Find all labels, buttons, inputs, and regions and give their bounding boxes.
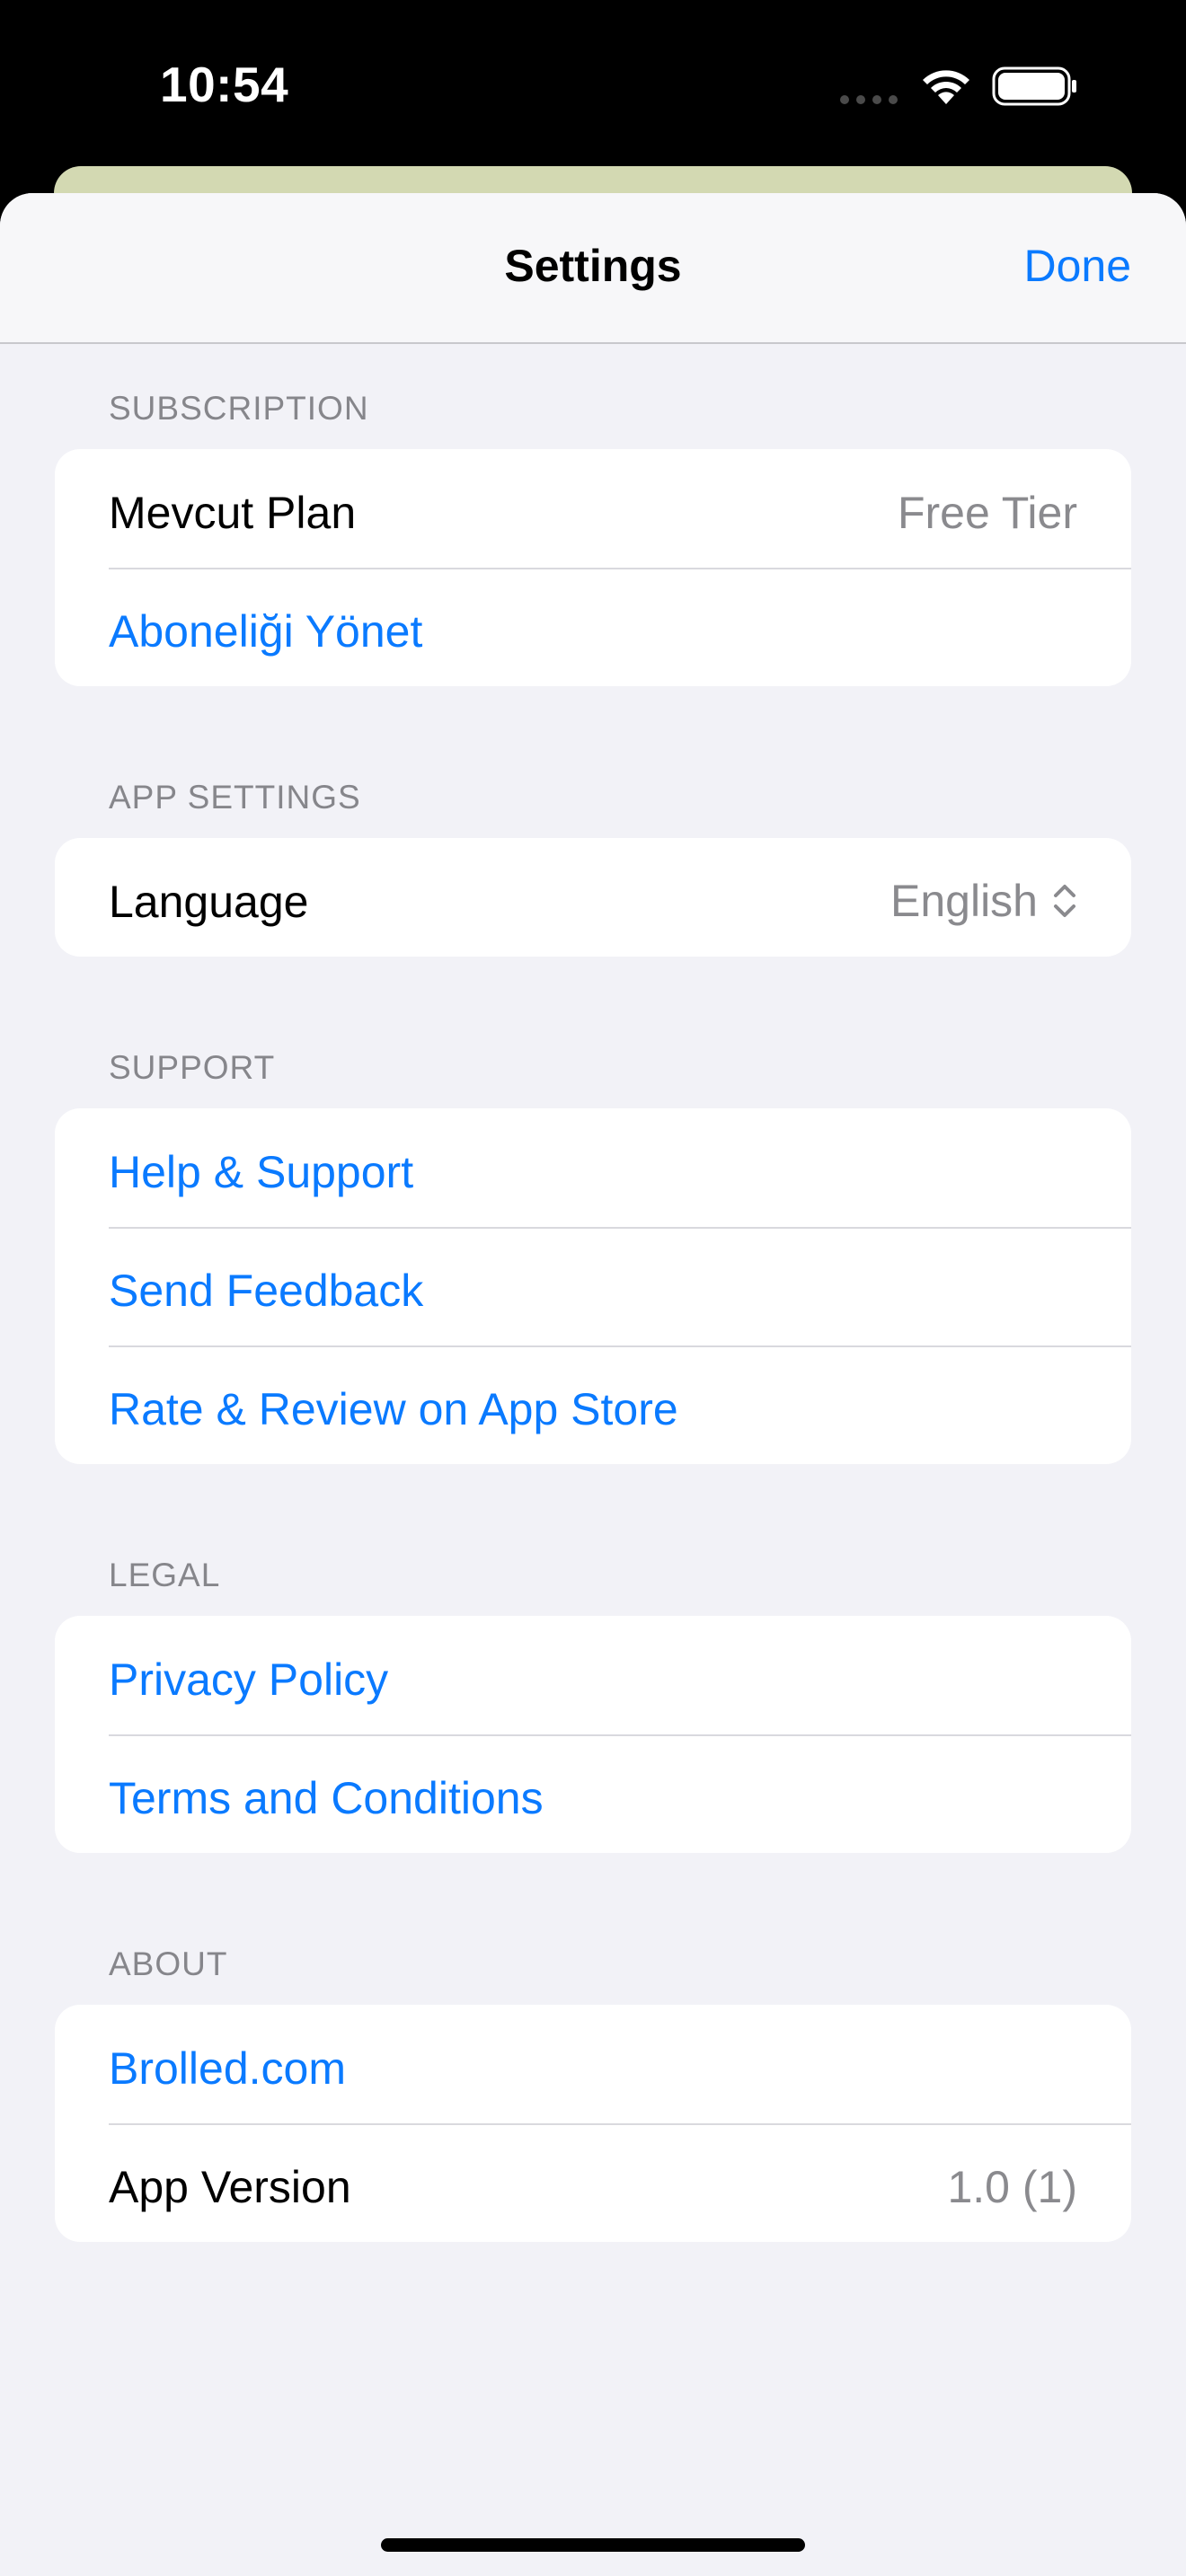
app-settings-group: Language English xyxy=(55,838,1131,957)
manage-subscription-row[interactable]: Aboneliği Yönet xyxy=(55,568,1131,686)
battery-icon xyxy=(992,66,1076,106)
send-feedback-link[interactable]: Send Feedback xyxy=(109,1265,423,1317)
page-title: Settings xyxy=(504,241,682,291)
home-indicator[interactable] xyxy=(381,2538,805,2552)
wifi-icon xyxy=(923,70,969,104)
current-plan-label: Mevcut Plan xyxy=(109,488,357,538)
language-picker[interactable]: English xyxy=(890,876,1077,926)
terms-conditions-row[interactable]: Terms and Conditions xyxy=(55,1734,1131,1853)
rate-review-link[interactable]: Rate & Review on App Store xyxy=(109,1383,678,1435)
section-header-about: ABOUT xyxy=(109,1945,228,1982)
section-header-subscription: SUBSCRIPTION xyxy=(109,390,369,427)
help-support-link[interactable]: Help & Support xyxy=(109,1146,413,1198)
language-value: English xyxy=(890,876,1038,926)
website-link[interactable]: Brolled.com xyxy=(109,2042,346,2095)
app-version-row: App Version 1.0 (1) xyxy=(55,2123,1131,2242)
section-header-legal: LEGAL xyxy=(109,1557,221,1593)
status-bar: 10:54 xyxy=(0,0,1186,171)
legal-group: Privacy Policy Terms and Conditions xyxy=(55,1616,1131,1853)
manage-subscription-link[interactable]: Aboneliği Yönet xyxy=(109,605,422,657)
settings-sheet: Settings Done SUBSCRIPTION Mevcut Plan F… xyxy=(0,193,1186,2576)
send-feedback-row[interactable]: Send Feedback xyxy=(55,1227,1131,1345)
language-row[interactable]: Language English xyxy=(55,838,1131,957)
chevron-up-down-icon xyxy=(1054,885,1075,917)
current-plan-value: Free Tier xyxy=(897,488,1077,538)
app-version-label: App Version xyxy=(109,2162,351,2212)
done-button[interactable]: Done xyxy=(1023,240,1131,292)
privacy-policy-link[interactable]: Privacy Policy xyxy=(109,1654,388,1706)
app-version-value: 1.0 (1) xyxy=(947,2162,1077,2212)
rate-review-row[interactable]: Rate & Review on App Store xyxy=(55,1345,1131,1464)
section-header-support: SUPPORT xyxy=(109,1049,276,1086)
section-header-app-settings: APP SETTINGS xyxy=(109,779,361,816)
subscription-group: Mevcut Plan Free Tier Aboneliği Yönet xyxy=(55,449,1131,686)
signal-icon xyxy=(840,95,898,104)
current-plan-row: Mevcut Plan Free Tier xyxy=(55,449,1131,568)
website-row[interactable]: Brolled.com xyxy=(55,2005,1131,2123)
help-support-row[interactable]: Help & Support xyxy=(55,1108,1131,1227)
support-group: Help & Support Send Feedback Rate & Revi… xyxy=(55,1108,1131,1464)
status-time: 10:54 xyxy=(160,57,289,112)
language-label: Language xyxy=(109,877,309,927)
privacy-policy-row[interactable]: Privacy Policy xyxy=(55,1616,1131,1734)
terms-conditions-link[interactable]: Terms and Conditions xyxy=(109,1772,544,1824)
about-group: Brolled.com App Version 1.0 (1) xyxy=(55,2005,1131,2242)
nav-bar: Settings Done xyxy=(0,193,1186,344)
